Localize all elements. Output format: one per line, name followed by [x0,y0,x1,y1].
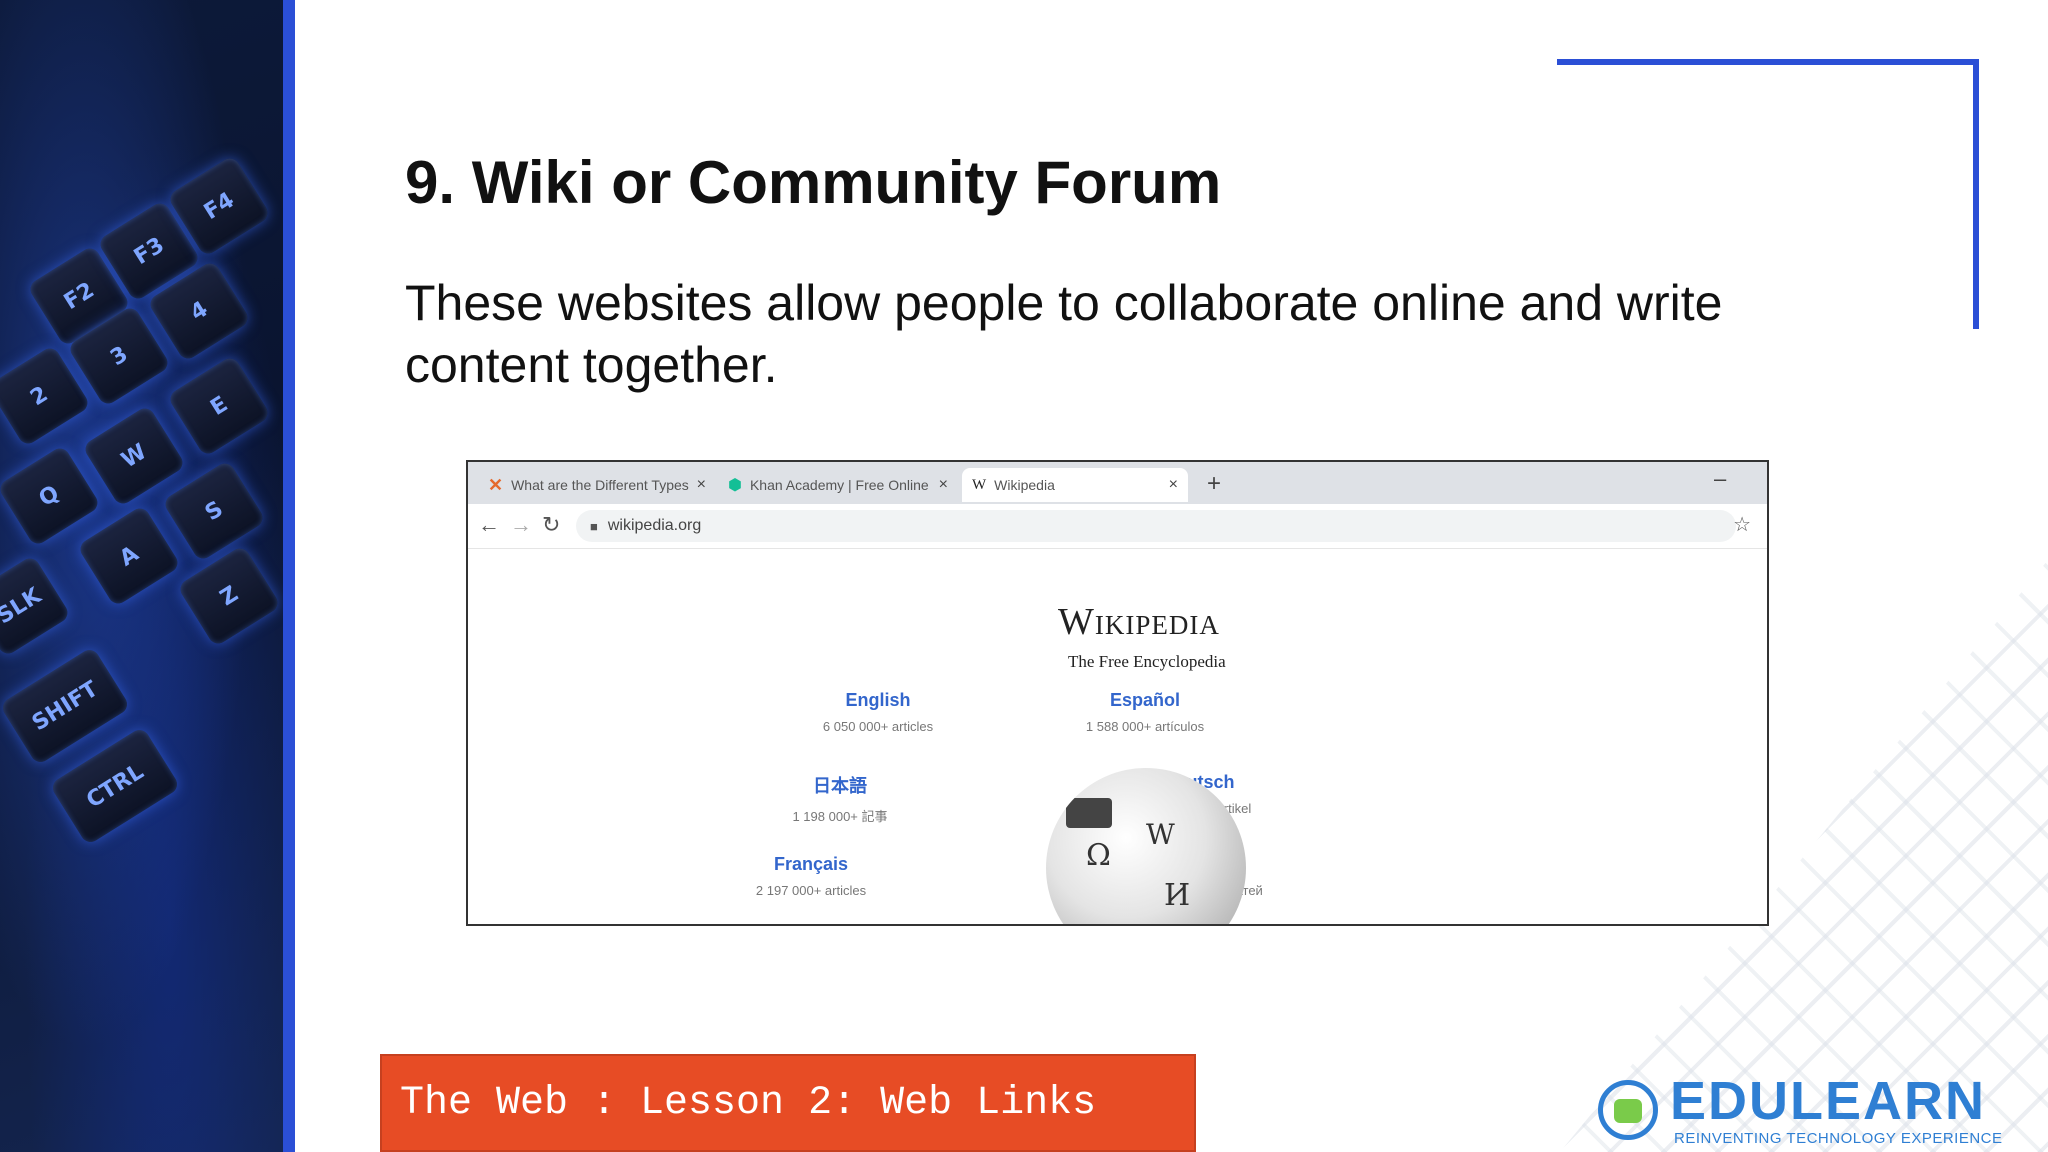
address-bar-row: ← → ↻ ■ wikipedia.org ☆ [468,504,1767,549]
lang-name: 日本語 [813,776,867,796]
corner-bracket-right [1973,59,1979,329]
lang-count: 6 050 000+ articles [822,719,934,734]
lang-count: 1 198 000+ 記事 [792,809,888,824]
key-a: A [76,504,182,608]
wikipedia-logo-text: Wikipedia [1058,601,1220,643]
wikipedia-tagline: The Free Encyclopedia [1068,652,1226,671]
robot-logo-icon [1598,1080,1658,1140]
tab-label: What are the Different Types of [511,477,689,493]
slide-title: 9. Wiki or Community Forum [405,149,1222,216]
lang-name: English [845,690,911,710]
lang-link-espanol[interactable]: Español 1 588 000+ artículos [1060,690,1230,734]
close-icon[interactable]: × [697,476,706,494]
keyboard-photo: F2 F3 F4 2 3 4 W E Q A S Z SLK SHIFT CTR… [0,0,283,1152]
khan-academy-icon: ⬢ [728,477,742,494]
lang-link-francais[interactable]: Français 2 197 000+ articles [726,854,896,898]
reload-icon[interactable]: ↻ [542,512,560,538]
key-e: E [166,354,272,458]
back-arrow-icon[interactable]: ← [478,512,500,538]
key-s: S [161,459,267,563]
url-field[interactable]: ■ wikipedia.org [576,510,1736,542]
lesson-footer: The Web : Lesson 2: Web Links [380,1054,1196,1152]
close-icon[interactable]: × [939,476,948,494]
url-text: wikipedia.org [607,517,702,534]
lock-icon: ■ [590,518,598,534]
key-slk: SLK [0,554,72,658]
tab-types-of-websites[interactable]: ✕ What are the Different Types of × [478,468,716,502]
logo-wordmark: EDULEARN [1670,1071,1987,1131]
edulearn-logo: EDULEARN REINVENTING TECHNOLOGY EXPERIEN… [1592,1070,2012,1152]
tab-khan-academy[interactable]: ⬢ Khan Academy | Free Online Co × [718,468,958,502]
tab-label: Wikipedia [994,477,1055,493]
lang-link-japanese[interactable]: 日本語 1 198 000+ 記事 [755,772,925,825]
bookmark-star-icon[interactable]: ☆ [1733,512,1751,537]
browser-screenshot: ✕ What are the Different Types of × ⬢ Kh… [466,460,1769,926]
tab-wikipedia[interactable]: W Wikipedia × [962,468,1188,502]
lang-count: 2 197 000+ articles [755,883,867,898]
key-w: W [81,404,187,508]
lang-count: 1 588 000+ artículos [1085,719,1205,734]
lang-name: Français [773,854,849,874]
forward-arrow-icon[interactable]: → [510,512,532,538]
lesson-label: The Web : Lesson 2: Web Links [400,1080,1097,1126]
accent-stripe [283,0,295,1152]
slide-body: These websites allow people to collabora… [405,275,1723,393]
key-z: Z [176,544,282,648]
close-icon[interactable]: × [1169,476,1178,494]
minimize-button[interactable]: – [1714,466,1726,492]
key-q: Q [0,444,102,548]
lang-name: Español [1109,690,1180,710]
tab-label: Khan Academy | Free Online Co [749,477,931,493]
tab-bar: ✕ What are the Different Types of × ⬢ Kh… [468,462,1767,504]
wikipedia-w-icon: W [972,476,987,493]
x-logo-icon: ✕ [488,474,504,495]
logo-tagline: REINVENTING TECHNOLOGY EXPERIENCE [1674,1130,2003,1147]
corner-bracket-top [1557,59,1979,65]
new-tab-button[interactable]: + [1207,470,1221,498]
lang-link-english[interactable]: English 6 050 000+ articles [793,690,963,734]
